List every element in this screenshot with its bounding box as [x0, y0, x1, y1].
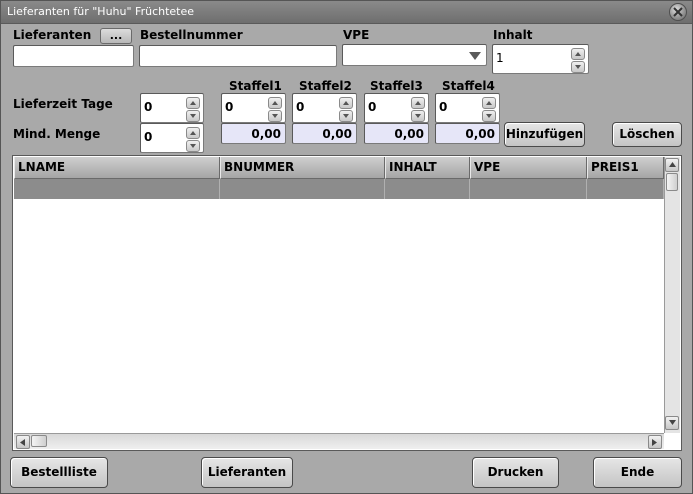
mindmenge-up-button[interactable] [186, 127, 200, 139]
inhalt-down-button[interactable] [571, 61, 585, 73]
chevron-up-icon [272, 101, 278, 105]
table-cell [470, 179, 587, 199]
staffel3-qty: 0 [368, 100, 377, 114]
delete-button[interactable]: Löschen [612, 122, 682, 147]
vertical-scroll-thumb[interactable] [666, 173, 678, 191]
horizontal-scroll-thumb[interactable] [31, 435, 47, 447]
staffel3-price-field[interactable]: 0,00 [364, 123, 429, 144]
staffel2-price-field[interactable]: 0,00 [292, 123, 357, 144]
staffel2-down-button[interactable] [339, 110, 353, 122]
column-header-inhalt[interactable]: INHALT [385, 157, 470, 179]
column-header-lname[interactable]: LNAME [14, 157, 220, 179]
dropdown-arrow-icon [469, 52, 481, 60]
horizontal-scrollbar[interactable] [14, 433, 664, 449]
staffel1-qty-stepper[interactable]: 0 [221, 93, 286, 123]
dialog-window: Lieferanten für "Huhu" Früchtetee Liefer… [0, 0, 693, 494]
chevron-right-icon [652, 439, 657, 446]
inhalt-stepper[interactable]: 1 [492, 44, 589, 74]
staffel4-down-button[interactable] [482, 110, 496, 122]
inhalt-up-button[interactable] [571, 48, 585, 60]
scroll-down-button[interactable] [665, 416, 679, 430]
mindmenge-down-button[interactable] [186, 140, 200, 152]
chevron-down-icon [415, 114, 421, 118]
chevron-up-icon [669, 162, 676, 167]
scroll-left-button[interactable] [16, 435, 30, 449]
chevron-down-icon [575, 65, 581, 69]
staffel2-qty: 0 [296, 100, 305, 114]
table-header: LNAME BNUMMER INHALT VPE PREIS1 [14, 157, 664, 179]
mindmenge-stepper[interactable]: 0 [140, 123, 204, 153]
staffel4-label: Staffel4 [442, 79, 495, 93]
chevron-left-icon [20, 439, 25, 446]
close-button[interactable] [669, 3, 687, 21]
staffel1-label: Staffel1 [229, 79, 282, 93]
mindmenge-value: 0 [144, 130, 153, 144]
chevron-up-icon [415, 101, 421, 105]
column-header-vpe[interactable]: VPE [470, 157, 587, 179]
lieferzeit-stepper[interactable]: 0 [140, 93, 204, 123]
chevron-down-icon [669, 420, 676, 425]
lieferzeit-value: 0 [144, 100, 153, 114]
staffel3-down-button[interactable] [411, 110, 425, 122]
staffel2-qty-stepper[interactable]: 0 [292, 93, 357, 123]
bestellliste-button[interactable]: Bestellliste [10, 457, 108, 488]
table-cell [587, 179, 664, 199]
table-cell [220, 179, 385, 199]
staffel4-price-field[interactable]: 0,00 [435, 123, 500, 144]
lieferzeit-down-button[interactable] [186, 110, 200, 122]
staffel1-down-button[interactable] [268, 110, 282, 122]
staffel2-up-button[interactable] [339, 97, 353, 109]
staffel3-up-button[interactable] [411, 97, 425, 109]
lieferzeit-label: Lieferzeit Tage [13, 97, 113, 111]
table-cell [385, 179, 470, 199]
end-button[interactable]: Ende [593, 457, 682, 488]
lieferanten-field[interactable] [13, 45, 134, 67]
chevron-down-icon [190, 144, 196, 148]
chevron-up-icon [575, 52, 581, 56]
staffel2-label: Staffel2 [299, 79, 352, 93]
scroll-up-button[interactable] [665, 158, 679, 172]
mindmenge-label: Mind. Menge [13, 127, 101, 141]
supplier-table[interactable]: LNAME BNUMMER INHALT VPE PREIS1 [12, 155, 682, 451]
staffel3-qty-stepper[interactable]: 0 [364, 93, 429, 123]
chevron-down-icon [272, 114, 278, 118]
column-header-preis1[interactable]: PREIS1 [587, 157, 664, 179]
window-title: Lieferanten für "Huhu" Früchtetee [7, 5, 195, 18]
staffel1-price-field[interactable]: 0,00 [221, 123, 286, 144]
chevron-up-icon [190, 101, 196, 105]
chevron-down-icon [343, 114, 349, 118]
bestellnummer-label: Bestellnummer [140, 28, 243, 42]
bestellnummer-field[interactable] [139, 45, 337, 67]
lieferzeit-up-button[interactable] [186, 97, 200, 109]
inhalt-label: Inhalt [493, 28, 533, 42]
scroll-right-button[interactable] [648, 435, 662, 449]
staffel1-qty: 0 [225, 100, 234, 114]
column-header-bnummer[interactable]: BNUMMER [220, 157, 385, 179]
staffel4-qty-stepper[interactable]: 0 [435, 93, 500, 123]
inhalt-value: 1 [496, 51, 504, 65]
chevron-up-icon [343, 101, 349, 105]
staffel4-up-button[interactable] [482, 97, 496, 109]
chevron-down-icon [486, 114, 492, 118]
lieferanten-button[interactable]: Lieferanten [201, 457, 293, 488]
chevron-down-icon [190, 114, 196, 118]
table-row[interactable] [14, 179, 664, 199]
chevron-up-icon [190, 131, 196, 135]
staffel4-qty: 0 [439, 100, 448, 114]
print-button[interactable]: Drucken [472, 457, 559, 488]
lieferanten-browse-button[interactable]: ... [100, 28, 132, 44]
vpe-label: VPE [343, 28, 370, 42]
chevron-up-icon [486, 101, 492, 105]
vertical-scrollbar[interactable] [664, 157, 680, 433]
lieferanten-label: Lieferanten [13, 28, 92, 42]
vpe-select[interactable] [342, 44, 487, 66]
title-bar: Lieferanten für "Huhu" Früchtetee [1, 1, 692, 24]
staffel3-label: Staffel3 [370, 79, 423, 93]
staffel1-up-button[interactable] [268, 97, 282, 109]
close-icon [673, 7, 683, 17]
add-button[interactable]: Hinzufügen [504, 122, 585, 147]
table-cell [14, 179, 220, 199]
